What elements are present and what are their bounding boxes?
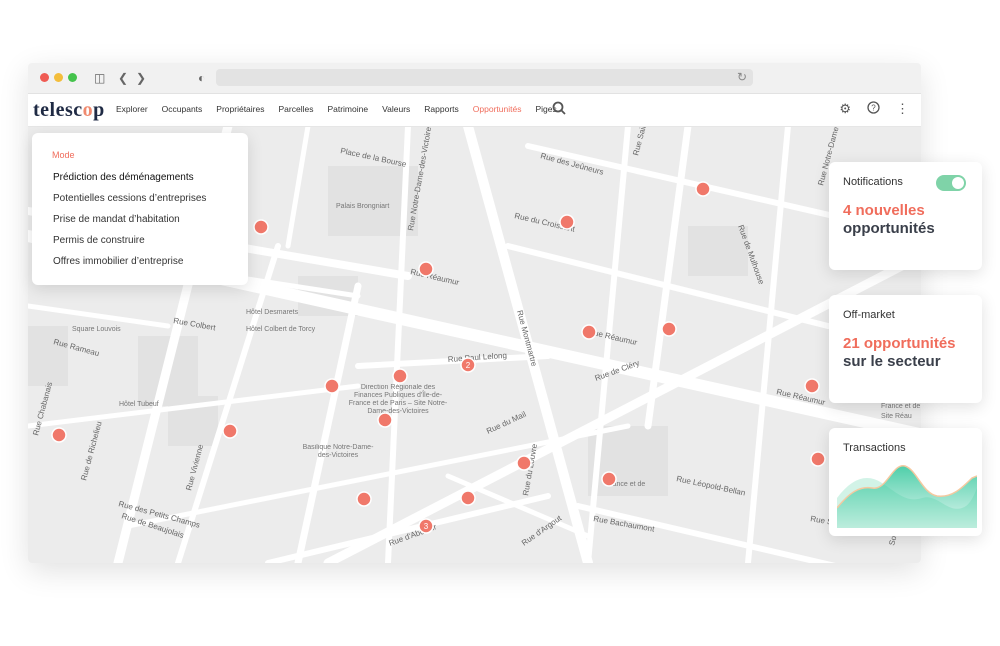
map-marker[interactable] <box>516 455 532 471</box>
mode-option-mandat[interactable]: Prise de mandat d’habitation <box>53 213 206 234</box>
map-marker[interactable] <box>581 324 597 340</box>
nav-menu: Explorer Occupants Propriétaires Parcell… <box>116 104 557 114</box>
help-icon[interactable]: ? <box>867 101 880 117</box>
map-marker[interactable] <box>559 214 575 230</box>
mode-option-offres[interactable]: Offres immobilier d’entreprise <box>53 255 206 276</box>
map-label-site-reau: Site Réau <box>881 413 912 420</box>
mode-option-permis[interactable]: Permis de construire <box>53 234 206 255</box>
notifications-toggle[interactable] <box>936 175 966 191</box>
map-label-hotel-tubeuf: Hôtel Tubeuf <box>119 401 159 408</box>
mode-option-demenagements[interactable]: Prédiction des déménagements <box>53 171 206 192</box>
shield-icon: ◐ <box>198 71 206 85</box>
map-marker[interactable] <box>324 378 340 394</box>
browser-toolbar: ◫ ❮ ❯ ◐ ↻ <box>28 63 921 94</box>
map-marker[interactable] <box>418 261 434 277</box>
sidebar-icon[interactable]: ◫ <box>94 71 105 85</box>
map-cluster-count: 2 <box>466 361 471 370</box>
map-marker[interactable] <box>695 181 711 197</box>
map-marker[interactable] <box>356 491 372 507</box>
map-marker[interactable] <box>377 412 393 428</box>
map-label-direction-regionale: Direction Régionale des Finances Publiqu… <box>349 384 447 415</box>
offmarket-label: Off-market <box>843 309 895 321</box>
offmarket-count: 21 opportunités <box>843 335 956 352</box>
map-cluster-count: 3 <box>424 522 429 531</box>
reload-icon[interactable]: ↻ <box>737 70 747 84</box>
transactions-card[interactable]: Transactions <box>829 428 982 536</box>
map-marker[interactable] <box>51 427 67 443</box>
nav-item-proprietaires[interactable]: Propriétaires <box>216 104 264 114</box>
toggle-knob <box>952 177 964 189</box>
map-label-rue-reaumur-1: Rue Réaumur <box>410 267 461 287</box>
app-navbar: telescop Explorer Occupants Propriétaire… <box>28 94 921 127</box>
map-label-france-et-de: France et de <box>881 403 920 410</box>
search-icon[interactable] <box>552 101 566 118</box>
forward-icon[interactable]: ❯ <box>136 71 146 85</box>
offmarket-subtext: sur le secteur <box>843 353 941 370</box>
map-label-rue-mail: Rue du Mail <box>485 410 528 436</box>
notifications-message: 4 nouvelles opportunités <box>843 202 935 238</box>
nav-item-patrimoine[interactable]: Patrimoine <box>327 104 368 114</box>
map-label-rue-chabanais: Rue Chabanais <box>31 381 54 437</box>
svg-text:?: ? <box>871 104 876 113</box>
notifications-subtext: opportunités <box>843 220 935 237</box>
notifications-card[interactable]: Notifications 4 nouvelles opportunités <box>829 162 982 270</box>
map-label-place-bourse: Place de la Bourse <box>340 146 408 169</box>
nav-item-valeurs[interactable]: Valeurs <box>382 104 410 114</box>
map-marker[interactable] <box>222 423 238 439</box>
map-label-hotel-colbert: Hôtel Colbert de Torcy <box>246 326 316 333</box>
sparkline-area <box>837 465 977 528</box>
map-label-rue-leopold-bellan: Rue Léopold-Bellan <box>676 474 747 497</box>
gear-icon[interactable]: ⚙ <box>839 101 851 117</box>
nav-item-opportunites[interactable]: Opportunités <box>473 104 522 114</box>
offmarket-card[interactable]: Off-market 21 opportunités sur le secteu… <box>829 295 982 403</box>
transactions-sparkline <box>837 465 977 528</box>
nav-item-rapports[interactable]: Rapports <box>424 104 459 114</box>
telescop-logo[interactable]: telescop <box>33 99 105 122</box>
back-icon[interactable]: ❮ <box>118 71 128 85</box>
map-label-hotel-desmarets: Hôtel Desmarets <box>246 309 299 316</box>
minimize-window-button[interactable] <box>54 73 63 82</box>
mode-panel: Mode Prédiction des déménagements Potent… <box>32 133 248 285</box>
map-marker[interactable] <box>392 368 408 384</box>
nav-item-occupants[interactable]: Occupants <box>162 104 203 114</box>
maximize-window-button[interactable] <box>68 73 77 82</box>
map-label-rue-richelieu: Rue de Richelieu <box>79 420 103 481</box>
map-marker[interactable] <box>661 321 677 337</box>
notifications-count: 4 nouvelles <box>843 202 925 219</box>
map-marker[interactable] <box>804 378 820 394</box>
more-vertical-icon[interactable]: ⋮ <box>896 101 909 117</box>
notifications-label: Notifications <box>843 176 903 188</box>
map-marker[interactable] <box>601 471 617 487</box>
map-marker[interactable] <box>460 490 476 506</box>
map-label-palais-brongniart: Palais Brongniart <box>336 203 389 210</box>
map-label-square-louvois: Square Louvois <box>72 326 121 333</box>
nav-item-explorer[interactable]: Explorer <box>116 104 148 114</box>
mode-title: Mode <box>52 150 75 160</box>
mode-option-cessions[interactable]: Potentielles cessions d’entreprises <box>53 192 206 213</box>
offmarket-message: 21 opportunités sur le secteur <box>843 335 956 371</box>
address-bar[interactable]: ↻ <box>216 69 753 86</box>
map-label-basilique: Basilique Notre-Dame-des-Victoires <box>303 444 374 459</box>
close-window-button[interactable] <box>40 73 49 82</box>
nav-item-parcelles[interactable]: Parcelles <box>278 104 313 114</box>
map-marker[interactable] <box>253 219 269 235</box>
map-marker[interactable] <box>810 451 826 467</box>
transactions-label: Transactions <box>843 442 906 454</box>
mode-options: Prédiction des déménagements Potentielle… <box>53 171 206 276</box>
map-label-rue-saint-top: Rue Saint <box>631 126 649 157</box>
